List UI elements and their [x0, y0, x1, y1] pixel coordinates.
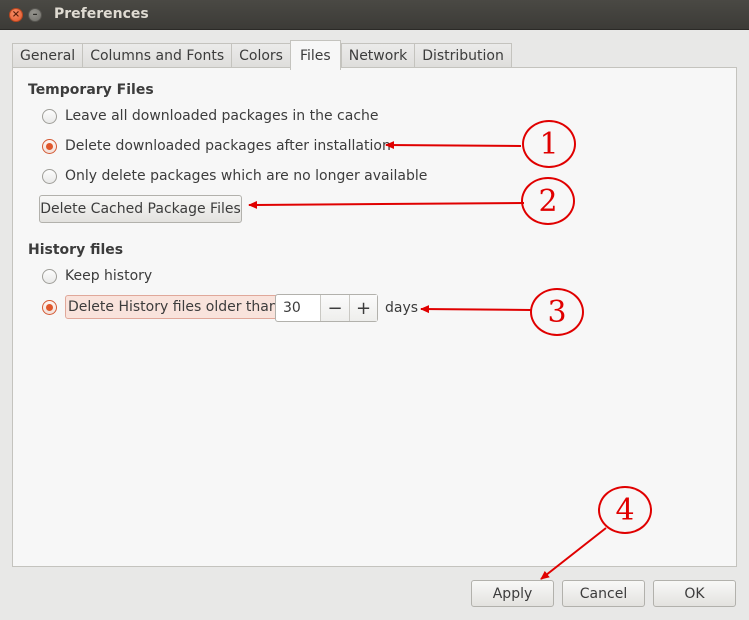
radio-delete-after-install-row[interactable]: Delete downloaded packages after install… [42, 138, 391, 154]
decrement-button[interactable]: − [321, 295, 349, 321]
tab-general[interactable]: General [12, 43, 83, 69]
tab-distribution[interactable]: Distribution [414, 43, 512, 69]
radio-leave-packages-row[interactable]: Leave all downloaded packages in the cac… [42, 108, 379, 124]
increment-button[interactable]: + [349, 295, 377, 321]
tab-network[interactable]: Network [340, 43, 415, 69]
radio-delete-history-older-row[interactable]: Delete History files older than: [42, 295, 286, 319]
title-bar: × – Preferences [0, 0, 749, 30]
radio-keep-history-row[interactable]: Keep history [42, 268, 152, 284]
days-unit-label: days [385, 300, 419, 316]
minimize-icon: – [32, 9, 38, 20]
annotation-1: 1 [522, 120, 576, 168]
plus-icon: + [355, 297, 372, 319]
annotation-3: 3 [530, 288, 584, 336]
radio-delete-unavailable-row[interactable]: Only delete packages which are no longer… [42, 168, 427, 184]
cancel-button[interactable]: Cancel [562, 580, 645, 607]
radio-delete-unavailable[interactable] [42, 168, 57, 184]
tab-bar: General Columns and Fonts Colors Files N… [12, 40, 512, 70]
annotation-4: 4 [598, 486, 652, 534]
close-icon: × [11, 9, 21, 20]
history-days-spinbutton[interactable]: 30 − + [275, 294, 378, 322]
tab-files[interactable]: Files [289, 40, 341, 70]
history-days-input[interactable]: 30 [276, 295, 321, 321]
minus-icon: − [327, 297, 343, 319]
tab-columns-and-fonts[interactable]: Columns and Fonts [82, 43, 232, 69]
minimize-window-button[interactable]: – [28, 8, 42, 22]
ok-button[interactable]: OK [653, 580, 736, 607]
apply-button[interactable]: Apply [471, 580, 554, 607]
radio-delete-history-older[interactable] [42, 299, 57, 315]
radio-delete-unavailable-label: Only delete packages which are no longer… [65, 168, 428, 184]
radio-leave-packages-label: Leave all downloaded packages in the cac… [65, 108, 379, 124]
annotation-2: 2 [521, 177, 575, 225]
window-title: Preferences [54, 6, 149, 22]
radio-delete-after-install[interactable] [42, 138, 57, 154]
radio-leave-packages[interactable] [42, 108, 57, 124]
radio-delete-after-install-label: Delete downloaded packages after install… [65, 138, 391, 154]
history-files-heading: History files [28, 242, 124, 258]
radio-keep-history[interactable] [42, 268, 57, 284]
delete-cached-package-files-button[interactable]: Delete Cached Package Files [39, 195, 242, 223]
radio-delete-history-older-label: Delete History files older than: [65, 295, 286, 319]
temporary-files-heading: Temporary Files [28, 82, 154, 98]
tab-colors[interactable]: Colors [231, 43, 290, 69]
close-window-button[interactable]: × [9, 8, 23, 22]
radio-keep-history-label: Keep history [65, 268, 153, 284]
